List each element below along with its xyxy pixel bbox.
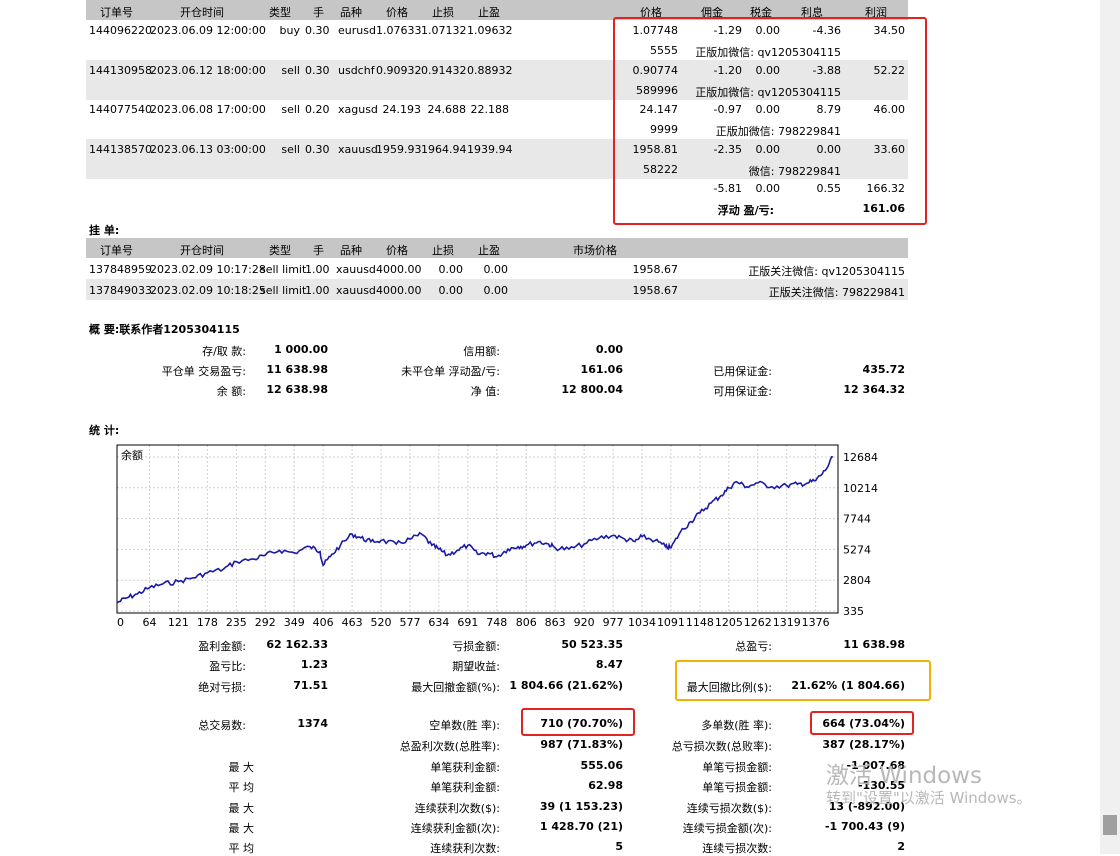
balance-chart: 余额 12684 10214 7744 5274 2804 335 0 64 121 178 23… (116, 444, 878, 629)
vertical-scrollbar[interactable] (1100, 0, 1120, 854)
chart-x-tick: 1262 (744, 616, 772, 629)
stat-label: 总盈亏: (735, 640, 772, 653)
stat-label: 单笔获利金额: (430, 781, 500, 794)
chart-y-tick: 5274 (843, 543, 871, 556)
stat-label: 最 大 (228, 822, 255, 835)
chart-title: 余额 (121, 448, 143, 462)
activation-watermark-subtitle: 转到"设置"以激活 Windows。 (826, 789, 1032, 807)
stat-value: 987 (71.83%) (540, 738, 623, 751)
stat-label: 多单数(胜 率): (701, 719, 772, 732)
stat-label: 最 大 (228, 802, 255, 815)
stat-value: 8.47 (595, 658, 623, 671)
stat-label: 期望收益: (452, 660, 500, 673)
chart-x-tick: 178 (197, 616, 218, 629)
chart-x-tick: 1205 (715, 616, 743, 629)
chart-x-tick: 235 (226, 616, 247, 629)
chart-y-tick: 12684 (843, 451, 878, 464)
chart-x-tick: 634 (428, 616, 449, 629)
chart-frame (116, 444, 839, 614)
stat-value: -1 700.43 (9) (824, 820, 905, 833)
chart-x-tick: 1091 (657, 616, 685, 629)
chart-y-tick: 7744 (843, 513, 871, 526)
chart-x-tick: 1319 (773, 616, 801, 629)
highlight-box-drawdown (675, 660, 931, 701)
highlight-box-short (521, 708, 635, 736)
stat-label: 单笔获利金额: (430, 761, 500, 774)
stat-value: 387 (28.17%) (822, 738, 905, 751)
highlight-box-long (810, 711, 914, 735)
stat-value: 1.23 (300, 658, 328, 671)
chart-x-tick: 0 (117, 616, 124, 629)
chart-x-tick: 863 (545, 616, 566, 629)
stat-value: 2 (897, 840, 905, 853)
stat-label: 总亏损次数(总败率): (671, 740, 772, 753)
stat-label: 单笔亏损金额: (702, 761, 772, 774)
stat-label: 盈利金额: (198, 640, 246, 653)
stat-label: 总交易数: (198, 719, 246, 732)
stat-value: 50 523.35 (561, 638, 623, 651)
stat-value: 555.06 (580, 759, 623, 772)
chart-x-tick: 1376 (802, 616, 830, 629)
stat-value: 1374 (297, 717, 328, 730)
stat-value: 11 638.98 (843, 638, 905, 651)
stat-label: 亏损金额: (452, 640, 500, 653)
chart-y-tick: 2804 (843, 574, 871, 587)
stat-value: 62 162.33 (266, 638, 328, 651)
stat-value: 39 (1 153.23) (539, 800, 623, 813)
stat-label: 盈亏比: (209, 660, 246, 673)
chart-x-tick: 748 (486, 616, 507, 629)
chart-x-tick: 691 (457, 616, 478, 629)
stat-label: 最大回撤金额(%): (411, 681, 500, 694)
activation-watermark-title: 激活 Windows (826, 763, 982, 789)
balance-series-line (116, 455, 834, 604)
chart-x-tick: 1148 (686, 616, 714, 629)
stat-label: 总盈利次数(总胜率): (399, 740, 500, 753)
chart-x-tick: 520 (371, 616, 392, 629)
stat-label: 空单数(胜 率): (429, 719, 500, 732)
scrollbar-thumb[interactable] (1103, 815, 1117, 835)
stat-label: 连续亏损次数($): (686, 802, 772, 815)
stat-value: 5 (615, 840, 623, 853)
stat-label: 连续获利次数($): (414, 802, 500, 815)
chart-x-tick: 577 (399, 616, 420, 629)
chart-x-tick: 406 (313, 616, 334, 629)
chart-y-tick: 10214 (843, 482, 878, 495)
chart-x-tick: 920 (574, 616, 595, 629)
stat-label: 最 大 (228, 761, 255, 774)
chart-x-tick: 463 (342, 616, 363, 629)
chart-x-tick: 1034 (628, 616, 656, 629)
chart-x-tick: 349 (284, 616, 305, 629)
chart-x-tick: 977 (603, 616, 624, 629)
stat-label: 单笔亏损金额: (702, 781, 772, 794)
chart-x-tick: 64 (142, 616, 156, 629)
stat-value: 1 428.70 (21) (539, 820, 623, 833)
stat-label: 平 均 (228, 781, 255, 794)
chart-x-tick: 121 (168, 616, 189, 629)
stat-value: 71.51 (293, 679, 328, 692)
stat-label: 绝对亏损: (198, 681, 246, 694)
stat-value: 1 804.66 (21.62%) (509, 679, 623, 692)
stat-label: 连续获利金额(次): (410, 822, 500, 835)
stat-label: 连续亏损金额(次): (682, 822, 772, 835)
chart-x-tick: 292 (255, 616, 276, 629)
chart-x-tick: 806 (516, 616, 537, 629)
stat-value: 62.98 (588, 779, 623, 792)
chart-y-tick: 335 (843, 605, 864, 618)
